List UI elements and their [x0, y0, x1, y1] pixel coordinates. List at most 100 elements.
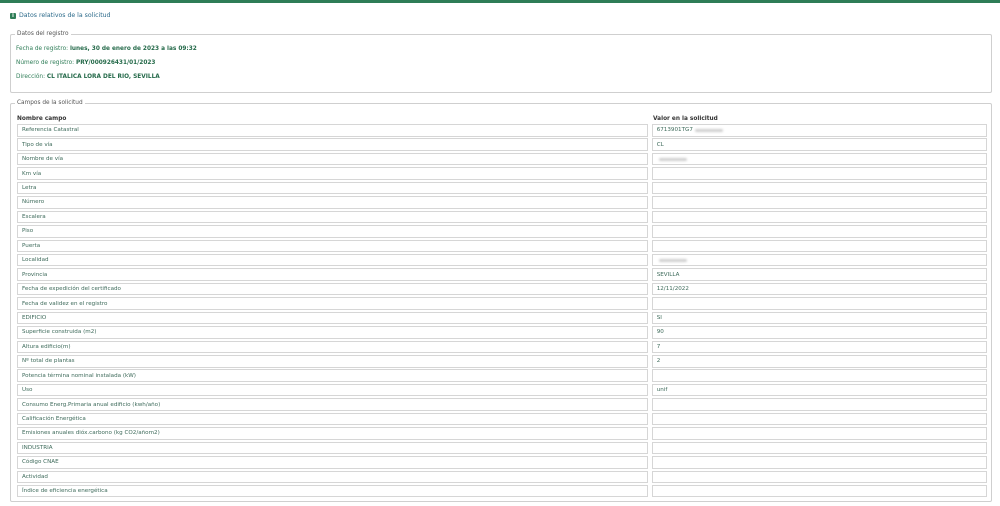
field-value [651, 196, 987, 209]
field-value [651, 210, 987, 224]
field-name: Piso [17, 225, 648, 238]
numero-registro: Número de registro: PRY/000926431/01/202… [16, 60, 155, 66]
fecha-registro: Fecha de registro: lunes, 30 de enero de… [16, 46, 197, 52]
field-name: Tipo de vía [17, 138, 648, 151]
info-icon: i [10, 12, 16, 19]
campos-solicitud-fieldset: Campos de la solicitud Nombre campo Valo… [10, 100, 992, 502]
campos-legend: Campos de la solicitud [17, 100, 83, 106]
field-name: Nombre de vía [17, 152, 648, 166]
fecha-label: Fecha de registro: [16, 46, 69, 52]
table-row: Código CNAE [17, 456, 987, 470]
col-header-value: Valor en la solicitud [653, 116, 718, 122]
field-name: Referencia Catastral [17, 124, 648, 137]
table-row: Actividad [17, 470, 987, 485]
direccion-value: CL ITALICA LORA DEL RIO, SEVILLA [46, 74, 160, 80]
table-row: Nº total de plantas 2 [17, 355, 987, 369]
table-row: Altura edificio(m) 7 [17, 340, 987, 355]
field-name: Fecha de expedición del certificado [17, 282, 648, 296]
section-title: Datos relativos de la solicitud [19, 12, 111, 19]
table-row: Superficie construida (m2) 90 [17, 326, 987, 340]
field-value [651, 470, 987, 483]
field-name: Km vía [17, 167, 648, 180]
field-value: 90 [651, 326, 987, 339]
datos-registro-fieldset: Datos del registro Fecha de registro: lu… [10, 31, 992, 93]
numero-label: Número de registro: [16, 60, 75, 66]
field-name: Consumo Energ.Primaria anual edificio (k… [17, 398, 648, 411]
field-value: SEVILLA [651, 268, 987, 281]
field-value [651, 456, 987, 469]
redacted-mark [658, 157, 687, 161]
section-header: i Datos relativos de la solicitud [10, 12, 111, 19]
field-value [651, 441, 987, 455]
field-value [651, 427, 987, 440]
table-row: Referencia Catastral 6713901TG7 [17, 124, 987, 138]
table-row: Piso [17, 225, 987, 239]
numero-value: PRY/000926431/01/2023 [75, 60, 156, 66]
table-row: Tipo de vía CL [17, 138, 987, 152]
field-value: 7 [651, 340, 987, 354]
table-row: Índice de eficiencia energética [17, 484, 987, 499]
field-name: Provincia [17, 268, 648, 281]
field-name: EDIFICIO [17, 311, 648, 325]
table-row: Letra [17, 181, 987, 196]
field-value [651, 181, 987, 195]
field-name: Actividad [17, 470, 648, 483]
table-row: INDUSTRIA [17, 441, 987, 456]
field-name: Escalera [17, 210, 648, 224]
field-name: Calificación Energética [17, 412, 648, 426]
field-value: unif [651, 383, 987, 397]
field-value [651, 369, 987, 382]
field-name: Letra [17, 181, 648, 195]
field-name: Emisiones anuales dióx.carbono (kg CO2/a… [17, 427, 648, 440]
table-row: Localidad [17, 253, 987, 268]
field-value [651, 239, 987, 252]
field-name: Número [17, 196, 648, 209]
field-name: Potencia términa nominal instalada (kW) [17, 369, 648, 382]
campos-table: Referencia Catastral 6713901TG7 Tipo de ví… [17, 124, 987, 499]
table-row: Calificación Energética [17, 412, 987, 427]
redacted-mark [658, 258, 687, 262]
table-row: Uso unif [17, 383, 987, 398]
direccion: Dirección: CL ITALICA LORA DEL RIO, SEVI… [16, 74, 160, 80]
field-value [651, 225, 987, 238]
table-row: Escalera [17, 210, 987, 225]
table-row: Potencia términa nominal instalada (kW) [17, 369, 987, 383]
field-value [651, 253, 987, 267]
table-row: EDIFICIO SI [17, 311, 987, 326]
field-value [651, 297, 987, 310]
top-accent-bar [0, 0, 1000, 3]
table-row: Fecha de validez en el registro [17, 297, 987, 311]
col-header-name: Nombre campo [17, 116, 67, 122]
redacted-mark [694, 128, 723, 132]
table-row: Km vía [17, 167, 987, 181]
field-value [651, 167, 987, 180]
field-name: Fecha de validez en el registro [17, 297, 648, 310]
field-value [651, 412, 987, 426]
field-value: 2 [651, 355, 987, 368]
table-row: Número [17, 196, 987, 210]
field-name: Puerta [17, 239, 648, 252]
field-name: INDUSTRIA [17, 441, 648, 455]
datos-registro-legend: Datos del registro [17, 31, 69, 37]
field-value [651, 398, 987, 411]
field-name: Altura edificio(m) [17, 340, 648, 354]
field-name: Localidad [17, 253, 648, 267]
fecha-value: lunes, 30 de enero de 2023 a las 09:32 [69, 46, 197, 52]
field-value: 6713901TG7 [651, 124, 987, 137]
table-row: Emisiones anuales dióx.carbono (kg CO2/a… [17, 427, 987, 441]
field-value [651, 484, 987, 498]
table-row: Consumo Energ.Primaria anual edificio (k… [17, 398, 987, 412]
field-value: CL [651, 138, 987, 151]
table-row: Provincia SEVILLA [17, 268, 987, 282]
field-value: 12/11/2022 [651, 282, 987, 296]
field-name: Superficie construida (m2) [17, 326, 648, 339]
direccion-label: Dirección: [16, 74, 46, 80]
field-name: Nº total de plantas [17, 355, 648, 368]
table-row: Puerta [17, 239, 987, 254]
field-name: Código CNAE [17, 456, 648, 469]
field-name: Índice de eficiencia energética [17, 484, 648, 498]
field-value [651, 152, 987, 166]
field-value: SI [651, 311, 987, 325]
field-name: Uso [17, 383, 648, 397]
table-row: Fecha de expedición del certificado 12/11… [17, 282, 987, 297]
